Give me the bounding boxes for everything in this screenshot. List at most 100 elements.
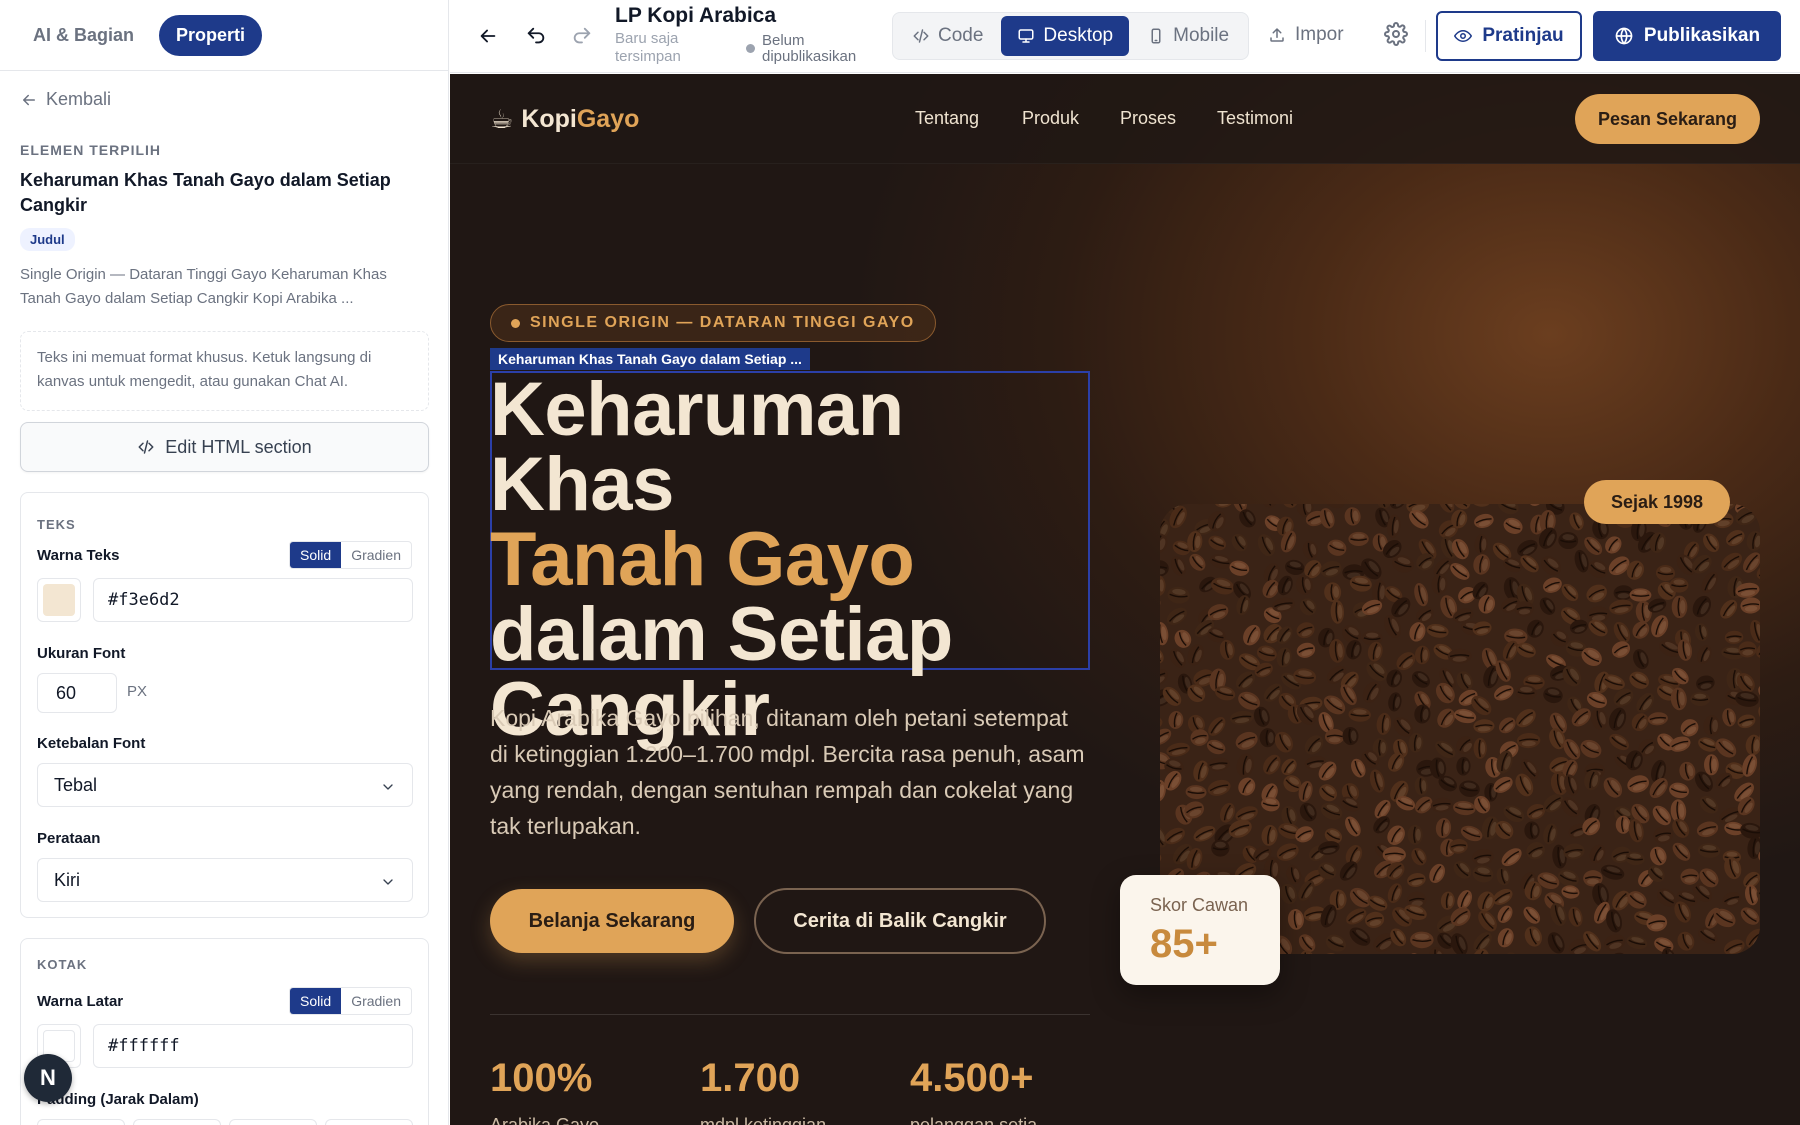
tab-ai-sections[interactable]: AI & Bagian xyxy=(16,15,151,56)
redo-button[interactable] xyxy=(568,22,596,50)
tab-properties[interactable]: Properti xyxy=(159,14,263,56)
exit-button[interactable] xyxy=(474,22,502,50)
eye-icon xyxy=(1454,30,1473,42)
publish-button[interactable]: Publikasikan xyxy=(1593,11,1781,61)
publish-status: Belum dipublikasikan xyxy=(746,33,872,65)
score-value: 85+ xyxy=(1150,922,1218,966)
since-badge: Sejak 1998 xyxy=(1584,480,1730,524)
chevron-down-icon xyxy=(383,879,393,885)
cup-score-card: Skor Cawan 85+ xyxy=(1120,875,1280,985)
headline-line: Keharuman Khas xyxy=(490,367,904,527)
text-settings-card: TEKS Warna Teks Solid Gradien #f3e6d2 Uk… xyxy=(20,492,429,918)
headline-line: dalam Setiap xyxy=(490,592,953,677)
eyebrow-dot xyxy=(511,318,520,328)
site-logo[interactable]: ☕ KopiGayo xyxy=(490,104,639,135)
panel-tabs: AI & Bagian Properti xyxy=(0,0,448,71)
editor-canvas[interactable]: ☕ KopiGayo Tentang Produk Proses Testimo… xyxy=(450,74,1800,1125)
assistant-launcher-button[interactable]: N xyxy=(24,1054,72,1102)
selected-element-description: Single Origin — Dataran Tinggi Gayo Keha… xyxy=(20,266,387,307)
stat-value: 100% xyxy=(490,1056,593,1100)
shop-now-button[interactable]: Belanja Sekarang xyxy=(490,889,734,953)
view-mode-switcher: Code Desktop Mobile xyxy=(892,12,1250,60)
padding-left-input[interactable] xyxy=(325,1119,413,1125)
view-desktop-label: Desktop xyxy=(1043,25,1114,46)
alignment-select[interactable]: Kiri xyxy=(37,858,413,902)
view-code-button[interactable]: Code xyxy=(896,16,999,56)
font-weight-label: Ketebalan Font xyxy=(37,735,146,752)
nav-link-tentang[interactable]: Tentang xyxy=(915,108,979,129)
text-color-label: Warna Teks xyxy=(37,547,120,564)
hero-lead-text[interactable]: Kopi Arabika Gayo pilihan, ditanam oleh … xyxy=(490,700,1090,844)
font-size-input[interactable]: 60 xyxy=(37,673,117,713)
status-dot xyxy=(746,44,755,53)
view-mobile-label: Mobile xyxy=(1173,25,1230,46)
editor-toolbar: LP Kopi Arabica Baru saja tersimpan Belu… xyxy=(450,0,1800,73)
stat-label: pelanggan setia xyxy=(910,1115,1038,1125)
story-button[interactable]: Cerita di Balik Cangkir xyxy=(754,888,1046,954)
hero-eyebrow: SINGLE ORIGIN — DATARAN TINGGI GAYO xyxy=(490,304,936,342)
text-color-input[interactable]: #f3e6d2 xyxy=(93,578,413,622)
alignment-label: Perataan xyxy=(37,830,101,847)
publish-status-text: Belum dipublikasikan xyxy=(762,32,857,65)
logo-text-accent: Gayo xyxy=(576,105,640,133)
text-section-heading: TEKS xyxy=(37,517,76,532)
order-now-button[interactable]: Pesan Sekarang xyxy=(1575,94,1760,144)
font-weight-select[interactable]: Tebal xyxy=(37,763,413,807)
nav-link-proses[interactable]: Proses xyxy=(1120,108,1176,129)
view-code-label: Code xyxy=(938,25,984,46)
import-button[interactable]: Impor xyxy=(1268,24,1344,46)
site-navbar: ☕ KopiGayo Tentang Produk Proses Testimo… xyxy=(450,74,1800,164)
padding-bottom-input[interactable] xyxy=(229,1119,317,1125)
publish-label: Publikasikan xyxy=(1643,25,1761,46)
padding-top-input[interactable] xyxy=(37,1119,125,1125)
nav-link-testimoni[interactable]: Testimoni xyxy=(1217,108,1293,129)
font-weight-value: Tebal xyxy=(54,774,98,795)
text-color-mode-toggle: Solid Gradien xyxy=(289,541,412,569)
stats-divider xyxy=(490,1014,1090,1015)
padding-right-input[interactable] xyxy=(133,1119,221,1125)
stat-item: 1.700 mdpl ketinggian xyxy=(700,1056,826,1125)
edit-html-button[interactable]: Edit HTML section xyxy=(20,422,429,472)
font-size-label: Ukuran Font xyxy=(37,645,126,662)
code-icon xyxy=(913,29,929,43)
stat-label: mdpl ketinggian xyxy=(700,1115,827,1125)
font-size-unit: PX xyxy=(127,683,148,700)
properties-panel: AI & Bagian Properti Kembali ELEMEN TERP… xyxy=(0,0,449,1125)
box-section-heading: KOTAK xyxy=(37,957,88,972)
mode-solid-option[interactable]: Solid xyxy=(290,542,342,568)
toolbar-divider xyxy=(1425,20,1426,52)
phone-icon xyxy=(1151,28,1161,44)
edit-html-label: Edit HTML section xyxy=(165,436,312,457)
view-desktop-button[interactable]: Desktop xyxy=(1001,16,1130,56)
text-color-swatch[interactable] xyxy=(37,578,81,622)
alignment-value: Kiri xyxy=(54,869,80,890)
padding-inputs xyxy=(37,1119,413,1125)
arrow-left-icon xyxy=(480,29,496,43)
back-button[interactable]: Kembali xyxy=(20,89,111,110)
stat-value: 1.700 xyxy=(700,1056,801,1100)
view-mobile-button[interactable]: Mobile xyxy=(1131,16,1245,56)
format-note: Teks ini memuat format khusus. Ketuk lan… xyxy=(20,331,429,411)
chevron-down-icon xyxy=(383,784,393,790)
mode-gradient-option[interactable]: Gradien xyxy=(341,542,411,568)
document-title: LP Kopi Arabica xyxy=(615,4,777,27)
coffee-cup-icon: ☕ xyxy=(490,104,514,134)
mode-gradient-option[interactable]: Gradien xyxy=(341,988,411,1014)
settings-button[interactable] xyxy=(1384,22,1412,50)
background-color-label: Warna Latar xyxy=(37,993,124,1010)
box-settings-card: KOTAK Warna Latar Solid Gradien #ffffff … xyxy=(20,938,429,1125)
undo-icon xyxy=(527,27,545,44)
score-label: Skor Cawan xyxy=(1150,895,1249,915)
logo-text-primary: Kopi xyxy=(521,105,577,133)
nav-link-produk[interactable]: Produk xyxy=(1022,108,1079,129)
monitor-icon xyxy=(1018,29,1034,43)
globe-icon xyxy=(1615,27,1633,45)
mode-solid-option[interactable]: Solid xyxy=(290,988,342,1014)
hero-headline[interactable]: Keharuman Khas Tanah Gayo dalam Setiap C… xyxy=(490,367,1090,748)
code-icon xyxy=(138,440,154,454)
background-color-input[interactable]: #ffffff xyxy=(93,1024,413,1068)
preview-button[interactable]: Pratinjau xyxy=(1436,11,1582,61)
selected-element-title: Keharuman Khas Tanah Gayo dalam Setiap C… xyxy=(20,170,391,215)
arrow-left-icon xyxy=(23,94,35,105)
undo-button[interactable] xyxy=(522,22,550,50)
